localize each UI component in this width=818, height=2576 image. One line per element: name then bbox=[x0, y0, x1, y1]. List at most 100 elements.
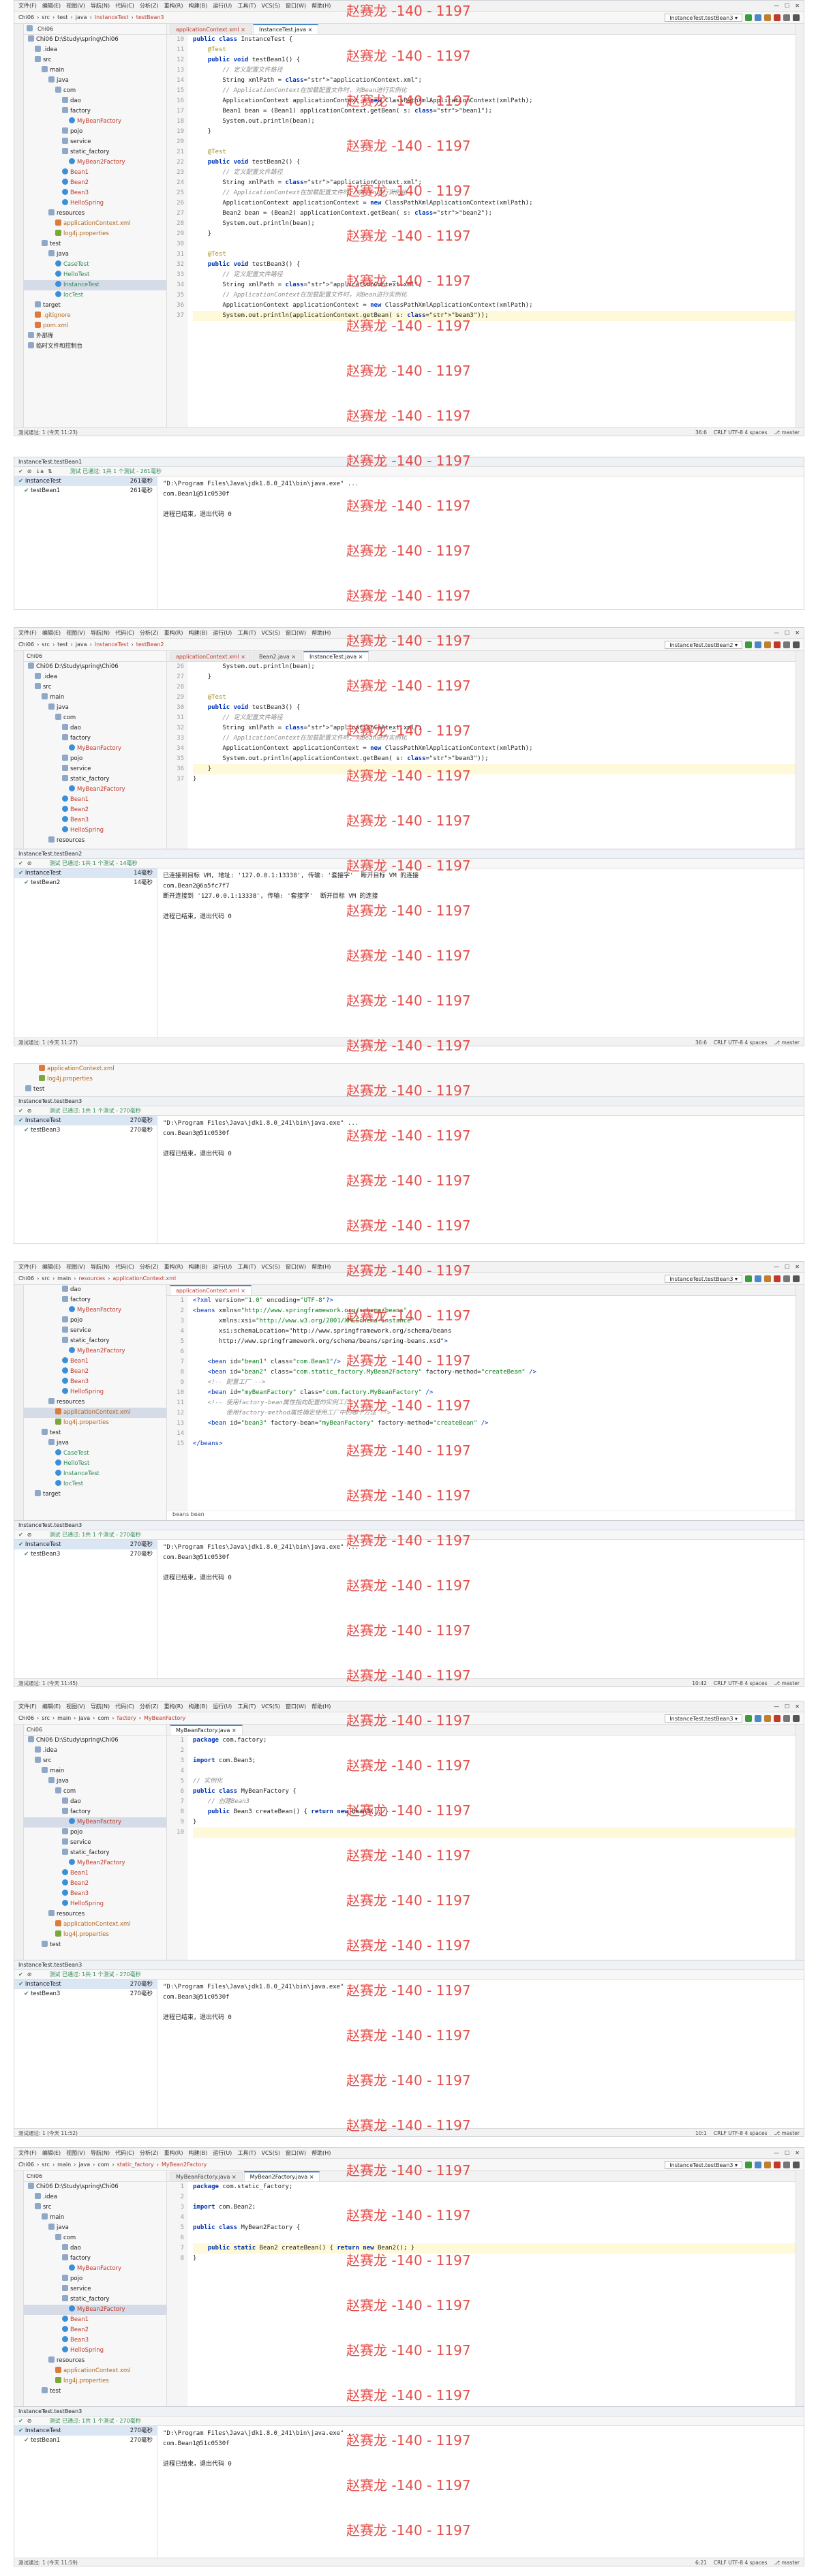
menu-item-7[interactable]: 构建(B) bbox=[188, 1263, 207, 1271]
console-output[interactable]: "D:\Program Files\Java\jdk1.8.0_241\bin\… bbox=[157, 1540, 804, 1679]
test-suite-row[interactable]: ✔ InstanceTest 261毫秒 bbox=[14, 476, 157, 486]
debug-icon[interactable] bbox=[755, 641, 761, 648]
tree-item[interactable]: HelloSpring bbox=[24, 1899, 166, 1909]
stop-icon[interactable]: ⊘ bbox=[27, 1108, 32, 1114]
breadcrumb-item[interactable]: java bbox=[78, 1715, 90, 1721]
menu-item-6[interactable]: 重构(R) bbox=[164, 2, 183, 10]
coverage-icon[interactable] bbox=[764, 1275, 771, 1282]
code-line[interactable]: } bbox=[193, 1817, 796, 1828]
tree-item[interactable]: MyBeanFactory bbox=[24, 2264, 166, 2274]
code-line[interactable] bbox=[193, 2213, 796, 2223]
menu-item-2[interactable]: 视图(V) bbox=[66, 1703, 85, 1710]
build-icon[interactable] bbox=[783, 14, 790, 21]
tree-item[interactable]: test bbox=[24, 2386, 166, 2397]
stop-icon[interactable] bbox=[774, 14, 781, 21]
code-line[interactable]: public void testBean2() { bbox=[193, 157, 796, 168]
breadcrumb-item[interactable]: java bbox=[76, 14, 87, 20]
menu-item-3[interactable]: 导航(N) bbox=[91, 2149, 110, 2157]
tree-item[interactable]: log4j.properties bbox=[24, 229, 166, 239]
minimize-icon[interactable]: — bbox=[774, 2150, 779, 2156]
menu-item-12[interactable]: 帮助(H) bbox=[312, 1703, 331, 1710]
tree-item[interactable]: java bbox=[24, 249, 166, 260]
breadcrumb-item[interactable]: java bbox=[78, 2162, 90, 2168]
menu-item-2[interactable]: 视图(V) bbox=[66, 2149, 85, 2157]
tree-item[interactable]: factory bbox=[24, 2254, 166, 2264]
menu-item-0[interactable]: 文件(F) bbox=[18, 2149, 37, 2157]
tree-item[interactable]: 临时文件和控制台 bbox=[24, 342, 166, 352]
maximize-icon[interactable]: ☐ bbox=[785, 1703, 789, 1710]
breadcrumb-item[interactable]: MyBean2Factory bbox=[162, 2162, 207, 2168]
editor-tab[interactable]: InstanceTest.java × bbox=[253, 24, 319, 34]
menu-item-7[interactable]: 构建(B) bbox=[188, 629, 207, 637]
code-line[interactable]: public void testBean1() { bbox=[193, 55, 796, 65]
tree-item[interactable]: factory bbox=[24, 1295, 166, 1305]
code-lines[interactable]: package com.static_factory; import com.Be… bbox=[187, 2182, 796, 2406]
menu-item-6[interactable]: 重构(R) bbox=[164, 1263, 183, 1271]
menu-item-9[interactable]: 工具(T) bbox=[237, 2, 256, 10]
tree-item[interactable]: InstanceTest bbox=[24, 1469, 166, 1479]
test-case-row[interactable]: ✔ testBean3 270毫秒 bbox=[14, 1125, 157, 1135]
tree-item[interactable]: Bean3 bbox=[24, 188, 166, 198]
menu-item-12[interactable]: 帮助(H) bbox=[312, 2149, 331, 2157]
menu-item-5[interactable]: 分析(Z) bbox=[140, 1703, 159, 1710]
menu-item-9[interactable]: 工具(T) bbox=[237, 2149, 256, 2157]
breadcrumb-item[interactable]: java bbox=[76, 641, 87, 648]
menu-item-1[interactable]: 编辑(E) bbox=[42, 2, 61, 10]
code-line[interactable]: // 定义配置文件路径 bbox=[193, 713, 796, 723]
left-tool-strip[interactable] bbox=[14, 1285, 24, 1520]
menu-item-10[interactable]: VCS(S) bbox=[261, 1703, 279, 1710]
console-line[interactable] bbox=[163, 2003, 798, 2013]
tree-item[interactable]: pom.xml bbox=[24, 321, 166, 331]
debug-icon[interactable] bbox=[755, 1714, 761, 1722]
run-icon[interactable] bbox=[745, 1714, 752, 1722]
cursor-position[interactable]: 10:42 bbox=[692, 1680, 707, 1686]
tree-item[interactable]: Chi06 D:\Study\spring\Chi06 bbox=[24, 1736, 166, 1746]
code-line[interactable]: @Test bbox=[193, 147, 796, 157]
code-line[interactable]: ApplicationContext applicationContext = … bbox=[193, 744, 796, 754]
run-tab[interactable]: InstanceTest.testBean1 bbox=[18, 459, 82, 465]
tree-item[interactable]: applicationContext.xml bbox=[14, 1064, 804, 1074]
test-case-row[interactable]: ✔ testBean2 14毫秒 bbox=[14, 878, 157, 888]
tree-item[interactable]: HelloSpring bbox=[24, 2346, 166, 2356]
tree-item[interactable]: Bean1 bbox=[24, 168, 166, 178]
tree-item[interactable]: .gitignore bbox=[24, 311, 166, 321]
code-line[interactable] bbox=[193, 137, 796, 147]
breadcrumb-item[interactable]: Chi06 bbox=[18, 1715, 34, 1721]
run-config-select[interactable]: InstanceTest.testBean3 ▾ bbox=[665, 2160, 742, 2169]
tree-item[interactable]: com bbox=[24, 86, 166, 96]
breadcrumb-item[interactable]: main bbox=[57, 1715, 71, 1721]
tree-item[interactable]: Chi06 D:\Study\spring\Chi06 bbox=[24, 662, 166, 672]
menu-item-10[interactable]: VCS(S) bbox=[261, 1264, 279, 1270]
menu-item-5[interactable]: 分析(Z) bbox=[140, 2149, 159, 2157]
cursor-position[interactable]: 6:21 bbox=[695, 2560, 707, 2566]
menu-item-5[interactable]: 分析(Z) bbox=[140, 2, 159, 10]
run-tab[interactable]: InstanceTest.testBean3 bbox=[18, 1522, 82, 1528]
menu-item-8[interactable]: 运行(U) bbox=[213, 1263, 232, 1271]
code-editor[interactable]: applicationContext.xml × Bean2.java × Inst… bbox=[167, 651, 796, 849]
tree-item[interactable]: service bbox=[24, 764, 166, 774]
console-line[interactable]: 进程已结束，退出代码 0 bbox=[163, 912, 798, 922]
test-suite-row[interactable]: ✔ InstanceTest 270毫秒 bbox=[14, 1980, 157, 1989]
stop-icon[interactable] bbox=[774, 1275, 781, 1282]
tree-item[interactable]: MyBean2Factory bbox=[24, 785, 166, 795]
code-line[interactable]: System.out.println(applicationContext.ge… bbox=[193, 311, 796, 321]
tree-item[interactable]: factory bbox=[24, 733, 166, 744]
coverage-icon[interactable] bbox=[764, 641, 771, 648]
stop-icon[interactable]: ⊘ bbox=[27, 2418, 32, 2424]
code-line[interactable]: // ApplicationContext在加载配置文件时，对Bean进行实例化 bbox=[193, 86, 796, 96]
menu-item-9[interactable]: 工具(T) bbox=[237, 1703, 256, 1710]
code-line[interactable]: System.out.println(applicationContext.ge… bbox=[193, 754, 796, 764]
menu-item-12[interactable]: 帮助(H) bbox=[312, 629, 331, 637]
debug-icon[interactable] bbox=[755, 1275, 761, 1282]
tree-item[interactable]: java bbox=[24, 703, 166, 713]
left-tool-strip[interactable] bbox=[14, 1725, 24, 1960]
breadcrumb-item[interactable]: testBean3 bbox=[136, 14, 164, 20]
code-line[interactable]: xsi:schemaLocation="http://www.springfra… bbox=[193, 1327, 796, 1337]
tree-item[interactable]: MyBean2Factory bbox=[24, 2305, 166, 2315]
debug-icon[interactable] bbox=[755, 14, 761, 21]
tree-item[interactable]: src bbox=[24, 1756, 166, 1766]
minimize-icon[interactable]: — bbox=[774, 1703, 779, 1710]
code-line[interactable]: @Test bbox=[193, 45, 796, 55]
vcs-branch[interactable]: ⎇ master bbox=[774, 429, 800, 436]
file-encoding[interactable]: CRLF UTF-8 4 spaces bbox=[714, 2130, 768, 2136]
